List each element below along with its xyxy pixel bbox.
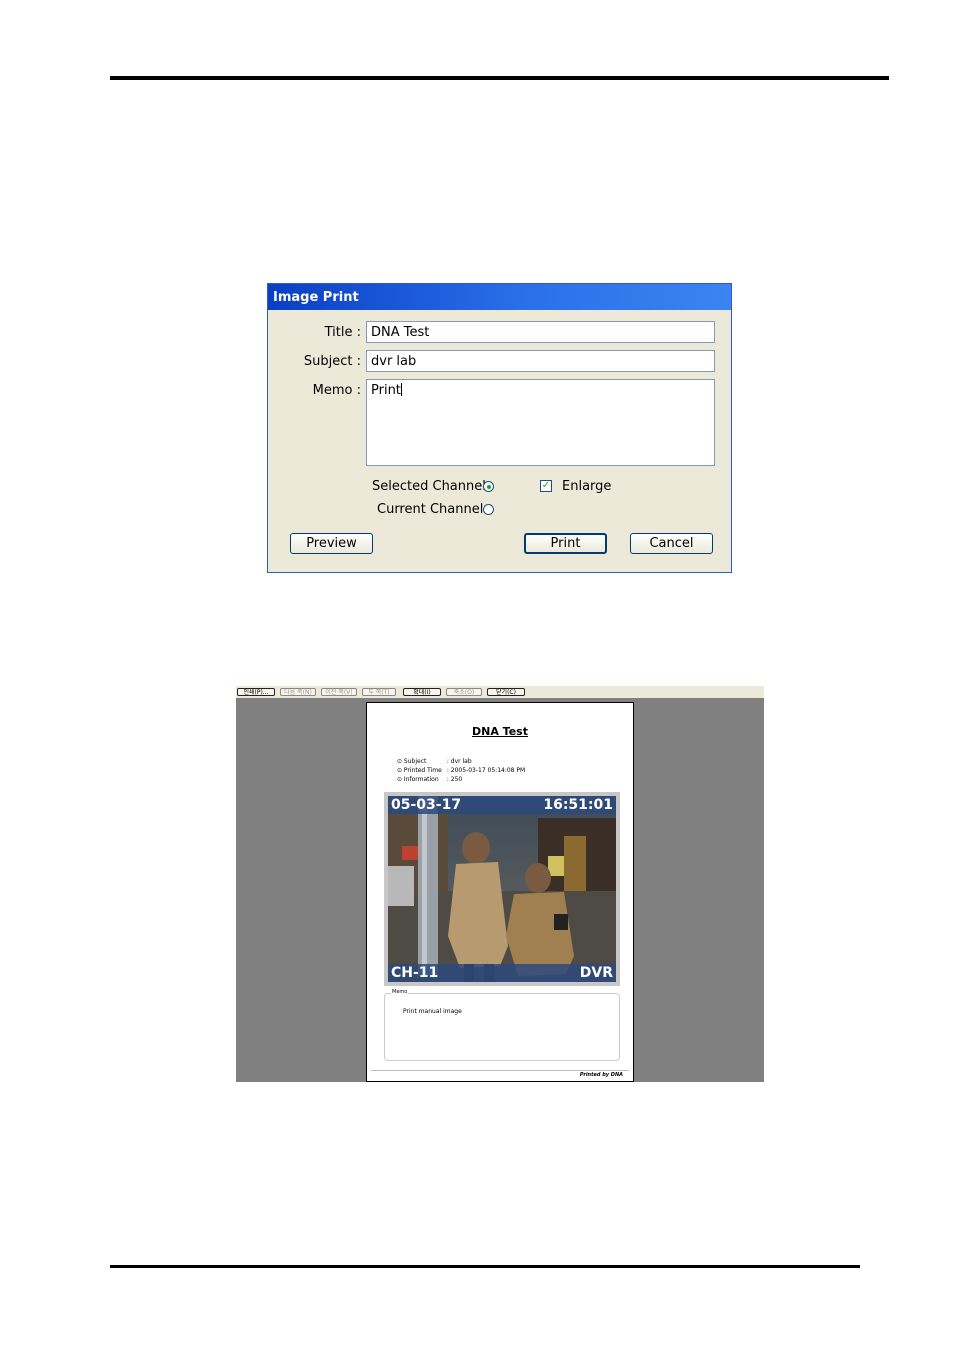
street-scene-image: [388, 796, 616, 982]
print-preview-window: 인쇄(P)... 다음 쪽(N) 이전 쪽(V) 두 쪽(T) 확대(I) 축소…: [236, 686, 764, 1082]
info-key: Information: [403, 776, 439, 783]
cancel-button[interactable]: Cancel: [630, 533, 713, 554]
title-field[interactable]: DNA Test: [366, 321, 715, 343]
header-rule: [110, 76, 889, 80]
text-cursor: [400, 383, 402, 396]
preview-page: DNA Test ⊙ Subject : dvr lab ⊙ Printed T…: [366, 702, 634, 1082]
footer-rule: [110, 1265, 860, 1268]
overlay-date: 05-03-17: [391, 797, 462, 813]
current-channels-label: Current Channels: [377, 502, 491, 517]
memo-label: Memo :: [312, 383, 361, 398]
page-footer: Printed by DNA: [579, 1072, 623, 1078]
bullet-icon: ⊙: [397, 776, 403, 783]
preview-button[interactable]: Preview: [290, 533, 373, 554]
subject-field[interactable]: dvr lab: [366, 350, 715, 372]
overlay-brand: DVR: [579, 965, 613, 981]
enlarge-checkbox[interactable]: ✓: [540, 480, 552, 492]
info-row-subject: ⊙ Subject : dvr lab: [397, 757, 472, 766]
image-print-dialog: Image Print Title : DNA Test Subject : d…: [267, 283, 732, 573]
overlay-channel: CH-11: [391, 965, 439, 981]
bullet-icon: ⊙: [397, 767, 403, 774]
bullet-icon: ⊙: [397, 758, 403, 765]
camera-image-frame: 05-03-17 16:51:01 CH-11 DVR: [384, 792, 620, 986]
info-key: Subject: [403, 758, 427, 765]
prev-page-toolbar-button[interactable]: 이전 쪽(V): [321, 688, 357, 696]
selected-channel-radio[interactable]: [483, 481, 494, 492]
selected-channel-label: Selected Channel: [372, 479, 486, 494]
print-toolbar-button[interactable]: 인쇄(P)...: [237, 688, 275, 696]
title-label: Title :: [324, 325, 361, 340]
info-value: : 2005-03-17 05:14:08 PM: [446, 767, 526, 774]
print-button[interactable]: Print: [524, 533, 607, 554]
close-toolbar-button[interactable]: 닫기(C): [487, 688, 525, 696]
info-row-printed-time: ⊙ Printed Time : 2005-03-17 05:14:08 PM: [397, 766, 525, 775]
info-value: : 250: [446, 776, 463, 783]
current-channels-radio[interactable]: [483, 504, 494, 515]
dialog-titlebar[interactable]: Image Print: [268, 284, 731, 310]
memo-box-label: Memo: [391, 989, 409, 995]
footer-divider: [371, 1070, 629, 1071]
preview-toolbar: 인쇄(P)... 다음 쪽(N) 이전 쪽(V) 두 쪽(T) 확대(I) 축소…: [236, 686, 764, 698]
memo-box-text: Print manual image: [403, 1008, 462, 1015]
memo-field-text: Print: [371, 383, 401, 398]
two-page-toolbar-button[interactable]: 두 쪽(T): [362, 688, 396, 696]
camera-image: 05-03-17 16:51:01 CH-11 DVR: [388, 796, 616, 982]
memo-box: Memo Print manual image: [384, 989, 620, 1061]
enlarge-label: Enlarge: [562, 479, 612, 494]
subject-label: Subject :: [303, 354, 361, 369]
overlay-time: 16:51:01: [543, 797, 613, 813]
info-key: Printed Time: [403, 767, 442, 774]
info-value: : dvr lab: [446, 758, 472, 765]
page-title: DNA Test: [472, 725, 528, 738]
info-row-information: ⊙ Information : 250: [397, 775, 462, 784]
next-page-toolbar-button[interactable]: 다음 쪽(N): [280, 688, 316, 696]
memo-field[interactable]: Print: [366, 379, 715, 466]
zoom-in-toolbar-button[interactable]: 확대(I): [403, 688, 441, 696]
zoom-out-toolbar-button[interactable]: 축소(O): [446, 688, 482, 696]
dialog-title: Image Print: [273, 290, 359, 305]
